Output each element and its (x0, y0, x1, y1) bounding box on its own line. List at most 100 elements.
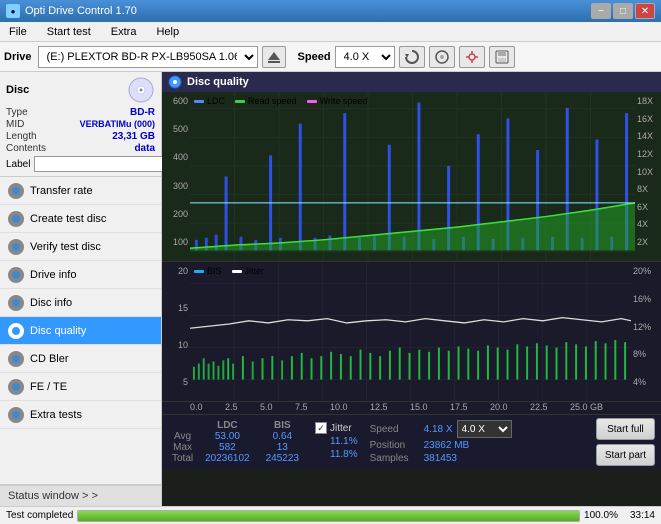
cd-bler-icon (8, 351, 24, 367)
legend-read-speed: Read speed (235, 96, 297, 106)
nav-verify-test-disc[interactable]: Verify test disc (0, 233, 161, 261)
nav-cd-bler[interactable]: CD Bler (0, 345, 161, 373)
settings-button[interactable] (459, 46, 485, 68)
menu-extra[interactable]: Extra (106, 25, 142, 39)
nav-disc-info[interactable]: Disc info (0, 289, 161, 317)
nav-create-test-disc-label: Create test disc (30, 213, 106, 225)
stats-max-ldc: 582 (197, 442, 258, 453)
top-chart-svg (190, 92, 635, 261)
jitter-max-val: 11.8% (315, 449, 358, 460)
nav-extra-tests[interactable]: Extra tests (0, 401, 161, 429)
top-chart-right-10x: 10X (637, 167, 661, 177)
legend-ldc: LDC (194, 96, 225, 106)
app-icon: ● (6, 4, 20, 18)
menu-bar: File Start test Extra Help (0, 22, 661, 42)
speed-select[interactable]: 4.0 X (335, 46, 395, 68)
bottom-chart-right-16pct: 16% (633, 294, 661, 304)
speed-label: Speed (298, 51, 331, 63)
stats-total-bis: 245223 (258, 453, 307, 464)
bottom-chart-right-8pct: 8% (633, 349, 661, 359)
samples-val: 381453 (424, 453, 457, 464)
refresh-button[interactable] (399, 46, 425, 68)
nav-create-test-disc[interactable]: Create test disc (0, 205, 161, 233)
start-part-button[interactable]: Start part (596, 444, 655, 466)
fe-te-icon (8, 379, 24, 395)
nav-disc-info-label: Disc info (30, 297, 72, 309)
nav-fe-te[interactable]: FE / TE (0, 373, 161, 401)
x-label-15: 15.0 (410, 402, 428, 412)
nav-drive-info[interactable]: Drive info (0, 261, 161, 289)
progress-bar-fill (78, 511, 579, 521)
speed-stat-label: Speed (370, 424, 420, 435)
stats-avg-ldc: 53.00 (197, 431, 258, 442)
save-button[interactable] (489, 46, 515, 68)
nav-transfer-rate-label: Transfer rate (30, 185, 93, 197)
close-button[interactable]: ✕ (635, 3, 655, 19)
position-label: Position (370, 440, 420, 451)
disc-panel: Disc Type BD-R MID VERBATIMu (000) (0, 72, 161, 177)
contents-label: Contents (6, 143, 46, 154)
x-label-2-5: 2.5 (225, 402, 238, 412)
x-label-5: 5.0 (260, 402, 273, 412)
disc-info-icon (8, 295, 24, 311)
legend-bis: BIS (194, 266, 222, 276)
stats-table: LDC BIS Avg 53.00 0.64 Max 582 13 Tota (168, 420, 307, 464)
type-value: BD-R (130, 107, 155, 118)
stats-bis-header: BIS (258, 420, 307, 431)
stats-total-ldc: 20236102 (197, 453, 258, 464)
length-value: 23,31 GB (112, 131, 155, 142)
menu-start-test[interactable]: Start test (42, 25, 96, 39)
nav-verify-test-disc-label: Verify test disc (30, 241, 101, 253)
stats-max-label: Max (168, 442, 197, 453)
speed-stat-select[interactable]: 4.0 X (457, 420, 512, 438)
drive-label: Drive (4, 51, 32, 63)
start-full-button[interactable]: Start full (596, 418, 655, 440)
jitter-avg-val: 11.1% (315, 436, 358, 447)
top-chart-y-100: 100 (162, 237, 188, 247)
samples-label: Samples (370, 453, 420, 464)
nav-cd-bler-label: CD Bler (30, 353, 69, 365)
menu-help[interactable]: Help (151, 25, 184, 39)
eject-button[interactable] (262, 46, 286, 68)
disc-quality-icon (8, 323, 24, 339)
bottom-chart-y-20: 20 (162, 266, 188, 276)
type-label: Type (6, 107, 28, 118)
nav-disc-quality-label: Disc quality (30, 325, 86, 337)
start-buttons: Start full Start part (596, 418, 655, 466)
menu-file[interactable]: File (4, 25, 32, 39)
x-label-25: 25.0 GB (570, 402, 603, 412)
bottom-chart-y-5: 5 (162, 377, 188, 387)
status-window-label: Status window > > (8, 490, 98, 502)
app-title: Opti Drive Control 1.70 (25, 5, 137, 17)
top-chart-right-18x: 18X (637, 96, 661, 106)
bottom-chart-svg (190, 262, 631, 401)
top-chart-right-6x: 6X (637, 202, 661, 212)
top-chart-y-400: 400 (162, 152, 188, 162)
speed-stat-val: 4.18 X (424, 424, 453, 435)
nav-transfer-rate[interactable]: Transfer rate (0, 177, 161, 205)
status-window-button[interactable]: Status window > > (0, 484, 161, 506)
mid-value: VERBATIMu (000) (80, 119, 155, 130)
length-label: Length (6, 131, 37, 142)
drive-select[interactable]: (E:) PLEXTOR BD-R PX-LB950SA 1.06 (38, 46, 258, 68)
x-label-0: 0.0 (190, 402, 203, 412)
x-label-12-5: 12.5 (370, 402, 388, 412)
x-label-20: 20.0 (490, 402, 508, 412)
top-chart-right-8x: 8X (637, 184, 661, 194)
label-input[interactable] (34, 156, 172, 172)
sidebar: Disc Type BD-R MID VERBATIMu (000) (0, 72, 162, 506)
top-chart-y-600: 600 (162, 96, 188, 106)
x-label-7-5: 7.5 (295, 402, 308, 412)
minimize-button[interactable]: − (591, 3, 611, 19)
top-chart-right-2x: 2X (637, 237, 661, 247)
disc-quality-header: Disc quality (162, 72, 661, 92)
drive-info-icon (8, 267, 24, 283)
position-val: 23862 MB (424, 440, 470, 451)
jitter-checkbox[interactable]: ✓ (315, 422, 327, 434)
toolbar: Drive (E:) PLEXTOR BD-R PX-LB950SA 1.06 … (0, 42, 661, 72)
jitter-label: Jitter (330, 423, 352, 434)
maximize-button[interactable]: □ (613, 3, 633, 19)
nav-disc-quality[interactable]: Disc quality (0, 317, 161, 345)
disc-image-icon (127, 76, 155, 104)
disc-icon-btn[interactable] (429, 46, 455, 68)
